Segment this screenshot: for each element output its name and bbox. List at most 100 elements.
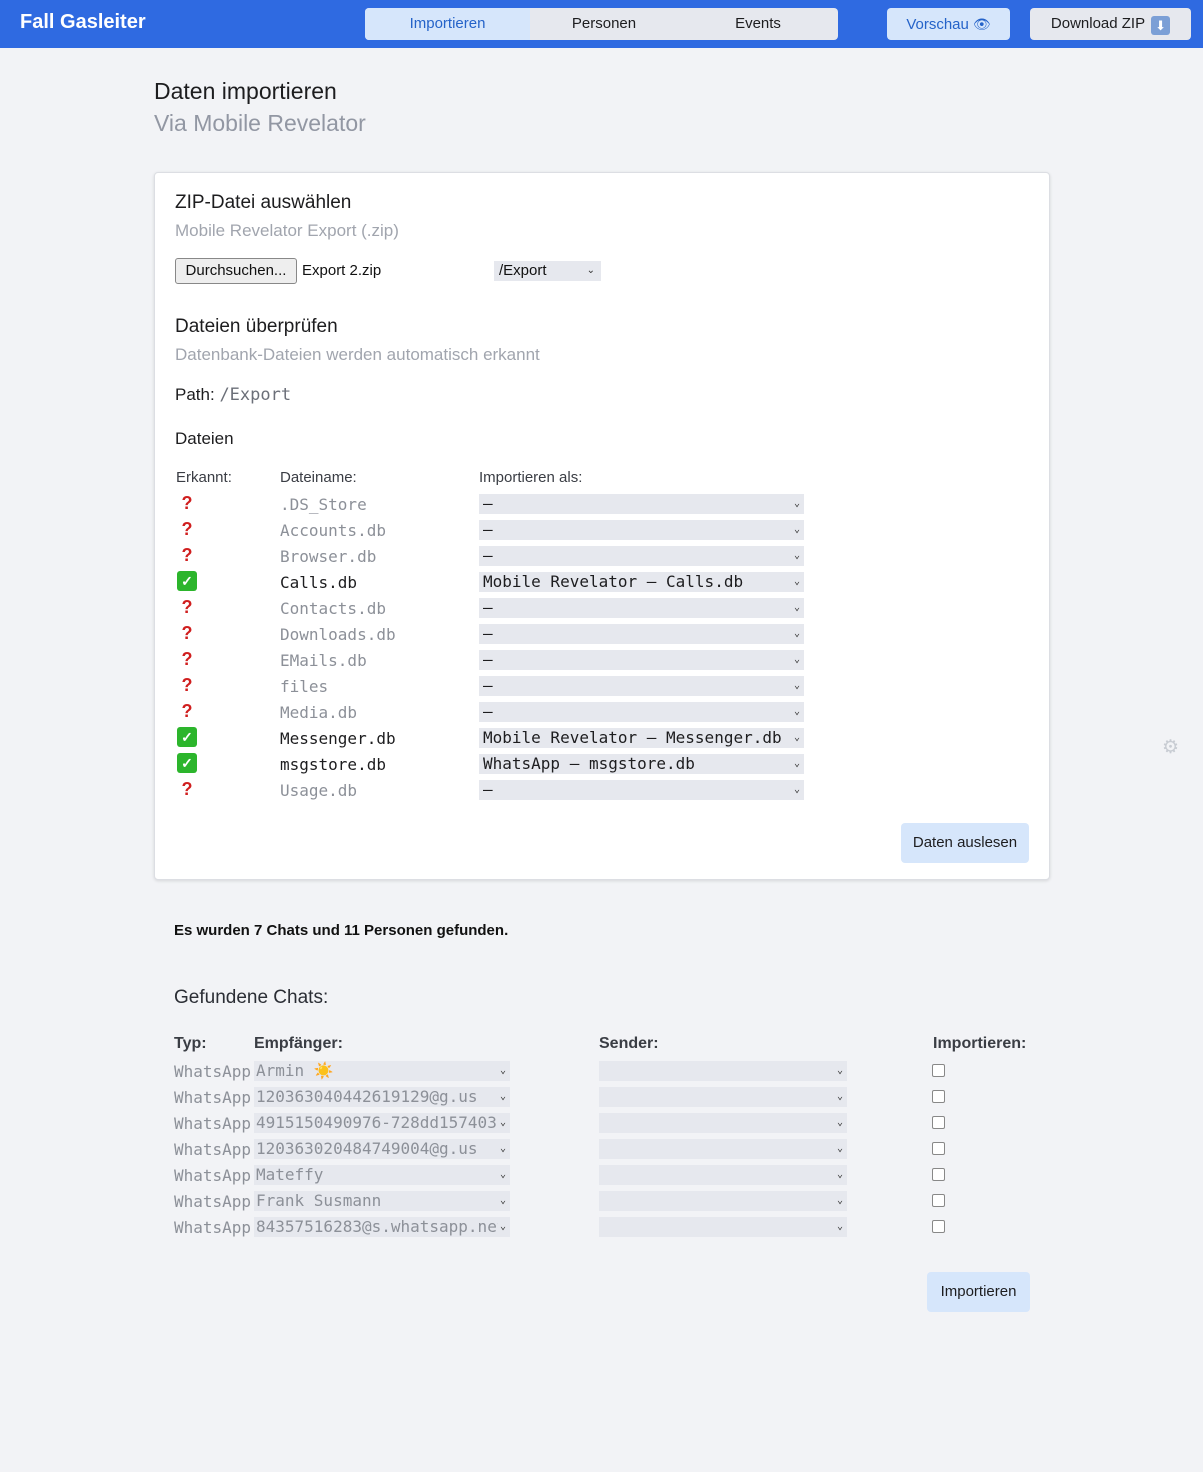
browse-button[interactable]: Durchsuchen...	[175, 258, 297, 284]
file-row: ? Usage.db – ⌄	[155, 778, 1051, 804]
file-name: Browser.db	[280, 547, 377, 566]
chevron-down-icon: ⌄	[793, 576, 800, 587]
chevron-down-icon: ⌄	[497, 1165, 506, 1185]
chat-type: WhatsApp	[174, 1062, 252, 1081]
path-select-value: /Export	[499, 262, 547, 279]
file-row: ✓ Messenger.db Mobile Revelator – Messenge…	[155, 726, 1051, 752]
preview-button[interactable]: Vorschau 👁	[887, 8, 1010, 40]
sender-select[interactable]: ⌄	[599, 1217, 847, 1237]
file-name: msgstore.db	[280, 755, 386, 774]
import-as-select[interactable]: Mobile Revelator – Messenger.db ⌄	[479, 728, 804, 748]
import-checkbox[interactable]	[932, 1064, 945, 1077]
read-data-button[interactable]: Daten auslesen	[901, 823, 1029, 863]
recipient-select[interactable]: Mateffy ⌄	[254, 1165, 510, 1185]
col-type: Typ:	[174, 1035, 207, 1052]
import-checkbox[interactable]	[932, 1168, 945, 1181]
sender-select[interactable]: ⌄	[599, 1165, 847, 1185]
import-as-select[interactable]: – ⌄	[479, 520, 804, 540]
question-mark-icon: ?	[181, 649, 193, 669]
import-as-select[interactable]: – ⌄	[479, 650, 804, 670]
import-checkbox[interactable]	[932, 1194, 945, 1207]
chat-type: WhatsApp	[174, 1166, 252, 1185]
import-as-select[interactable]: – ⌄	[479, 676, 804, 696]
recipient-select[interactable]: 120363020484749004@g.us ⌄	[254, 1139, 510, 1159]
chevron-down-icon: ⌄	[836, 1143, 843, 1154]
col-filename: Dateiname:	[280, 469, 357, 486]
chevron-down-icon: ⌄	[497, 1113, 506, 1133]
file-name: .DS_Store	[280, 495, 367, 514]
import-as-select[interactable]: – ⌄	[479, 494, 804, 514]
col-import-as: Importieren als:	[479, 469, 583, 486]
chat-type: WhatsApp	[174, 1192, 252, 1211]
tab-personen[interactable]: Personen	[530, 8, 678, 40]
chevron-down-icon: ⌄	[836, 1195, 843, 1206]
check-mark-icon: ✓	[177, 753, 197, 773]
question-mark-icon: ?	[181, 675, 193, 695]
import-as-select[interactable]: – ⌄	[479, 702, 804, 722]
tab-events[interactable]: Events	[678, 8, 838, 40]
chat-row: WhatsApp 84357516283@s.whatsapp.net ⌄ ⌄	[0, 1215, 1203, 1241]
recipient-value: 84357516283@s.whatsapp.net	[256, 1217, 507, 1236]
path-select[interactable]: /Export ⌄	[494, 261, 601, 281]
gear-icon[interactable]: ⚙	[1162, 736, 1179, 759]
recipient-select[interactable]: 84357516283@s.whatsapp.net ⌄	[254, 1217, 510, 1237]
import-checkbox[interactable]	[932, 1090, 945, 1103]
import-as-select[interactable]: – ⌄	[479, 780, 804, 800]
import-as-value: Mobile Revelator – Calls.db	[483, 572, 744, 591]
file-row: ? Media.db – ⌄	[155, 700, 1051, 726]
recipient-value: Mateffy	[256, 1165, 324, 1184]
download-arrow-icon: ⬇	[1151, 16, 1171, 35]
zip-section-subtitle: Mobile Revelator Export (.zip)	[175, 221, 399, 240]
recipient-select[interactable]: Frank Susmann ⌄	[254, 1191, 510, 1211]
chevron-down-icon: ⌄	[836, 1065, 843, 1076]
recipient-select[interactable]: 4915150490976-728dd157403 ⌄	[254, 1113, 510, 1133]
chats-title: Gefundene Chats:	[174, 987, 329, 1008]
file-name: Downloads.db	[280, 625, 396, 644]
check-mark-icon: ✓	[177, 571, 197, 591]
import-button[interactable]: Importieren	[927, 1272, 1030, 1312]
import-as-select[interactable]: Mobile Revelator – Calls.db ⌄	[479, 572, 804, 592]
chevron-down-icon: ⌄	[793, 680, 800, 691]
import-as-select[interactable]: – ⌄	[479, 546, 804, 566]
import-as-value: –	[483, 676, 493, 695]
import-checkbox[interactable]	[932, 1220, 945, 1233]
recipient-select[interactable]: 120363040442619129@g.us ⌄	[254, 1087, 510, 1107]
chat-row: WhatsApp Mateffy ⌄ ⌄	[0, 1163, 1203, 1189]
col-sender: Sender:	[599, 1035, 659, 1052]
chevron-down-icon: ⌄	[793, 498, 800, 509]
import-as-select[interactable]: – ⌄	[479, 624, 804, 644]
chat-type: WhatsApp	[174, 1088, 252, 1107]
page-title: Daten importieren	[154, 78, 337, 104]
file-row: ? files – ⌄	[155, 674, 1051, 700]
sender-select[interactable]: ⌄	[599, 1139, 847, 1159]
import-checkbox[interactable]	[932, 1116, 945, 1129]
import-checkbox[interactable]	[932, 1142, 945, 1155]
tab-importieren[interactable]: Importieren	[365, 8, 530, 40]
file-row: ? EMails.db – ⌄	[155, 648, 1051, 674]
import-card: ZIP-Datei auswählen Mobile Revelator Exp…	[154, 172, 1050, 880]
nav-tabs: Importieren Personen Events	[365, 8, 838, 40]
import-as-value: Mobile Revelator – Messenger.db	[483, 728, 782, 747]
chat-row: WhatsApp 120363040442619129@g.us ⌄ ⌄	[0, 1085, 1203, 1111]
import-as-select[interactable]: WhatsApp – msgstore.db ⌄	[479, 754, 804, 774]
col-import: Importieren:	[933, 1035, 1027, 1052]
download-zip-button[interactable]: Download ZIP ⬇	[1030, 8, 1191, 40]
file-row: ? Downloads.db – ⌄	[155, 622, 1051, 648]
chevron-down-icon: ⌄	[793, 524, 800, 535]
chevron-down-icon: ⌄	[497, 1061, 506, 1081]
sender-select[interactable]: ⌄	[599, 1087, 847, 1107]
recipient-value: 4915150490976-728dd157403	[256, 1113, 497, 1132]
col-recipient: Empfänger:	[254, 1035, 343, 1052]
chevron-down-icon: ⌄	[497, 1191, 506, 1211]
import-as-value: –	[483, 598, 493, 617]
app-title[interactable]: Fall Gasleiter	[20, 11, 146, 34]
sender-select[interactable]: ⌄	[599, 1191, 847, 1211]
sender-select[interactable]: ⌄	[599, 1061, 847, 1081]
import-as-value: –	[483, 702, 493, 721]
recipient-select[interactable]: Armin ☀️ ⌄	[254, 1061, 510, 1081]
file-row: ? Contacts.db – ⌄	[155, 596, 1051, 622]
chevron-down-icon: ⌄	[586, 265, 595, 276]
sender-select[interactable]: ⌄	[599, 1113, 847, 1133]
import-as-select[interactable]: – ⌄	[479, 598, 804, 618]
file-row: ✓ Calls.db Mobile Revelator – Calls.db ⌄	[155, 570, 1051, 596]
